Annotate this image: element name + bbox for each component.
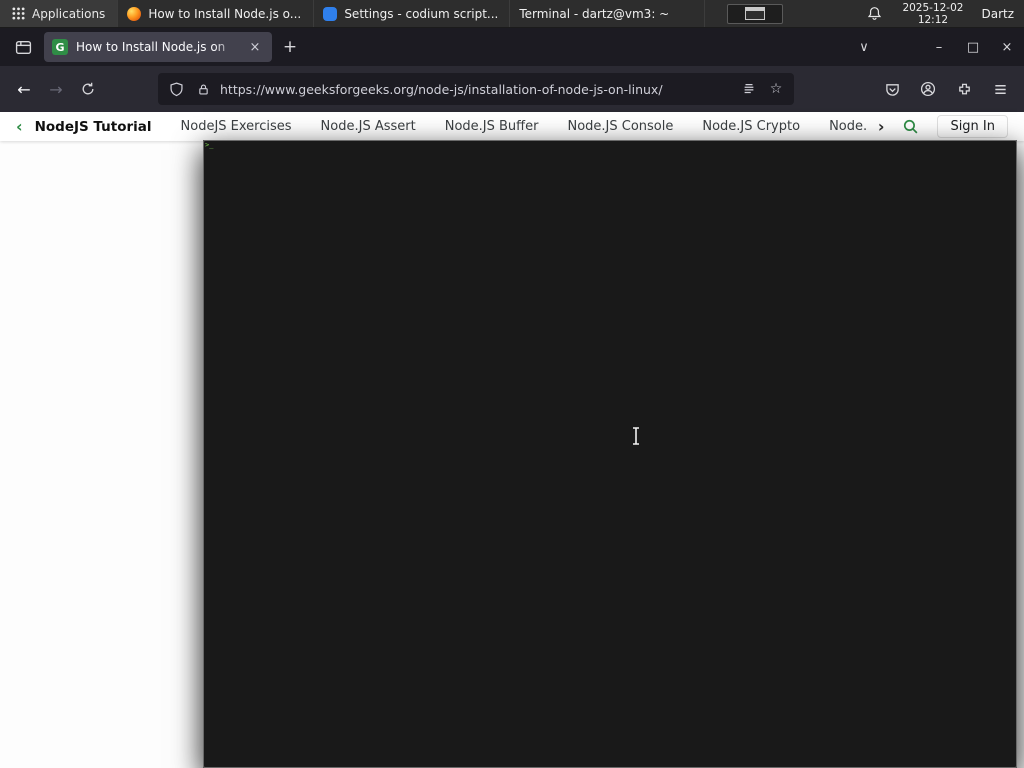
firefox-view-button[interactable] [8, 32, 38, 62]
reader-mode-button[interactable] [739, 79, 759, 99]
taskbar-window-button[interactable]: Settings - codium script... [313, 0, 509, 27]
site-nav-bar: ‹ NodeJS Tutorial NodeJS Exercises Node.JS… [0, 112, 1024, 141]
desktop-top-panel: Applications How to Install Node.js o...… [0, 0, 1024, 768]
new-tab-button[interactable]: + [276, 33, 304, 61]
notification-bell-button[interactable] [867, 6, 882, 21]
bookmark-star-button[interactable]: ☆ [766, 79, 786, 99]
site-nav-link[interactable]: NodeJS Exercises [181, 119, 292, 134]
window-maximize-button[interactable]: □ [956, 30, 990, 64]
navigation-toolbar: ← → https://www.geeksforgeeks.org/node-j… [0, 66, 1024, 112]
extensions-puzzle-icon [958, 83, 970, 94]
pocket-icon [885, 83, 899, 96]
workspace-window-thumbnail [745, 7, 766, 20]
site-nav-link[interactable]: Node.JS Crypto [702, 119, 800, 134]
back-button[interactable]: ← [8, 73, 40, 105]
forward-button[interactable]: → [40, 73, 72, 105]
taskbar-window-label: How to Install Node.js o... [148, 6, 302, 21]
applications-grid-icon [12, 7, 25, 20]
site-nav-link[interactable]: Node.JS Console [567, 119, 673, 134]
taskbar-window-button[interactable]: How to Install Node.js o... [117, 0, 313, 27]
account-icon [920, 81, 936, 97]
search-icon [904, 119, 918, 134]
site-nav-link[interactable]: Node.JS DNS [829, 119, 866, 134]
list-all-tabs-button[interactable]: ∨ [850, 33, 878, 61]
tab-title: How to Install Node.js on [76, 40, 226, 54]
sign-in-button[interactable]: Sign In [937, 115, 1008, 138]
nav-prev-chevron[interactable]: ‹ [16, 118, 23, 135]
site-nav-link[interactable]: NodeJS Tutorial [35, 119, 152, 135]
menu-button[interactable] [984, 73, 1016, 105]
firefox-icon [127, 6, 142, 21]
reload-icon [82, 82, 94, 95]
site-nav-links: NodeJS Tutorial NodeJS Exercises Node.JS A… [35, 119, 866, 135]
taskbar-window-label: Settings - codium script... [344, 6, 499, 21]
mouse-cursor-ibeam [633, 427, 639, 445]
workspace-switcher[interactable] [727, 3, 784, 24]
pocket-button[interactable] [876, 73, 908, 105]
applications-menu-label: Applications [32, 6, 106, 21]
taskbar: How to Install Node.js o... Settings - co… [117, 0, 1017, 768]
lock-icon[interactable] [193, 79, 213, 99]
extensions-button[interactable] [948, 73, 980, 105]
url-text: https://www.geeksforgeeks.org/node-js/in… [220, 81, 663, 97]
clock-date: 2025-12-02 [902, 1, 964, 14]
taskbar-window-button[interactable]: Terminal - dartz@vm3: ~ [203, 0, 1017, 768]
nav-next-chevron[interactable]: › [878, 118, 885, 135]
clock-time: 12:12 [917, 13, 949, 26]
window-close-button[interactable]: × [990, 30, 1024, 64]
applications-menu-button[interactable]: Applications [0, 0, 118, 27]
reload-button[interactable] [72, 73, 104, 105]
hamburger-menu-icon [994, 84, 1006, 94]
taskbar-window-label: Terminal - dartz@vm3: ~ [519, 6, 670, 21]
firefox-view-icon [15, 40, 31, 54]
browser-tab[interactable]: G How to Install Node.js on × [44, 32, 272, 62]
account-button[interactable] [912, 73, 944, 105]
tab-bar: G How to Install Node.js on × + ∨ – □ × [0, 28, 1024, 66]
geeksforgeeks-favicon: G [52, 39, 68, 55]
search-button[interactable] [902, 118, 919, 135]
tracking-shield-icon[interactable] [166, 79, 186, 99]
window-minimize-button[interactable]: – [922, 30, 956, 64]
session-user-button[interactable]: Dartz [981, 7, 1014, 21]
url-bar[interactable]: https://www.geeksforgeeks.org/node-js/in… [158, 73, 794, 105]
tab-close-button[interactable]: × [246, 38, 264, 56]
site-nav-link[interactable]: Node.JS Buffer [445, 119, 539, 134]
codium-icon [323, 6, 338, 21]
panel-clock[interactable]: 2025-12-02 12:12 [896, 2, 969, 26]
site-nav-link[interactable]: Node.JS Assert [321, 119, 416, 134]
bell-icon [868, 7, 882, 20]
